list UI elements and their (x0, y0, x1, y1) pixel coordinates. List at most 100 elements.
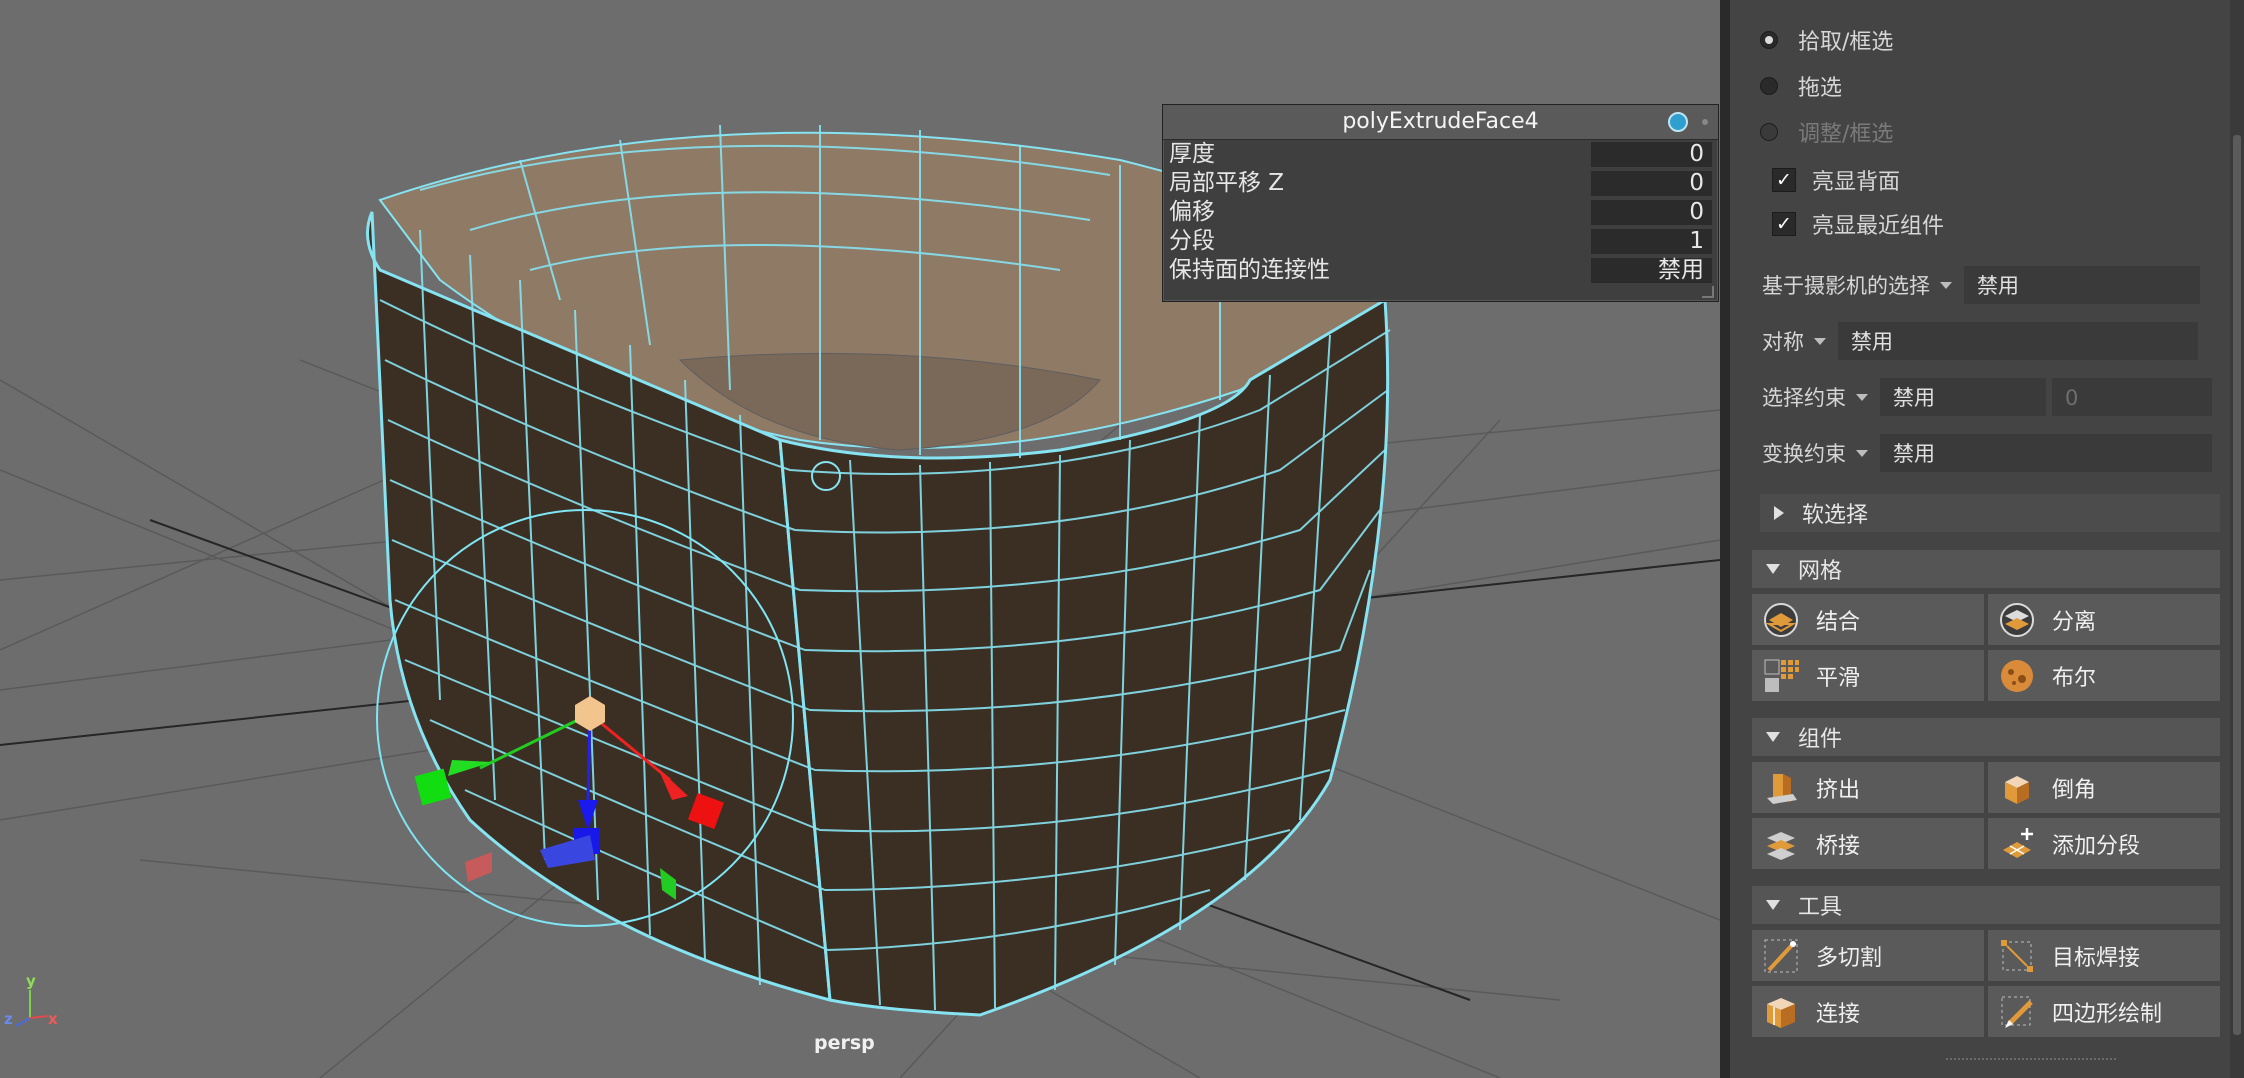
attr-local-translate-z[interactable]: 局部平移 Z 0 (1163, 169, 1718, 198)
option-label: 变换约束 (1762, 442, 1846, 466)
attr-label: 局部平移 Z (1169, 170, 1285, 196)
button-label: 挤出 (1816, 777, 1861, 803)
boolean-icon (1998, 657, 2036, 695)
camera-based-selection[interactable]: 基于摄影机的选择 禁用 (1762, 265, 2200, 305)
resize-grip[interactable] (1702, 286, 1714, 298)
panel-resize-handle[interactable] (1946, 1058, 2116, 1060)
selection-constraint-option[interactable]: 选择约束 禁用 0 (1762, 377, 2212, 417)
axis-z-label: z (4, 1010, 13, 1028)
option-label: 调整/框选 (1798, 122, 1894, 147)
bevel-icon (1998, 769, 2036, 807)
node-title[interactable]: polyExtrudeFace4 (1163, 105, 1718, 140)
in-view-editor[interactable]: polyExtrudeFace4 厚度 0 局部平移 Z 0 偏移 0 分段 1… (1162, 104, 1719, 302)
button-label: 布尔 (2052, 665, 2097, 691)
button-label: 平滑 (1816, 665, 1861, 691)
scrollbar-thumb[interactable] (2233, 135, 2241, 1035)
symmetry-option[interactable]: 对称 禁用 (1762, 321, 2198, 361)
attr-value-field[interactable]: 0 (1591, 142, 1712, 167)
attr-label: 保持面的连接性 (1169, 257, 1330, 283)
multi-cut-icon (1762, 937, 1800, 975)
separate-icon (1998, 601, 2036, 639)
components-section-header[interactable]: 组件 (1752, 718, 2220, 756)
constraint-amount-field: 0 (2052, 378, 2212, 416)
axis-indicator (15, 990, 49, 1027)
extrude-button[interactable]: 挤出 (1752, 762, 1984, 813)
option-label: 拖选 (1798, 76, 1843, 101)
option-label: 基于摄影机的选择 (1762, 274, 1930, 298)
drag-select-option[interactable]: 拖选 (1760, 70, 1842, 102)
pick-marquee-option[interactable]: 拾取/框选 (1760, 24, 1893, 56)
chevron-down-icon[interactable] (1940, 281, 1952, 289)
attr-value-field[interactable]: 0 (1591, 200, 1712, 225)
chevron-down-icon[interactable] (1766, 564, 1780, 574)
button-label: 目标焊接 (2052, 945, 2141, 971)
chevron-down-icon[interactable] (1856, 449, 1868, 457)
add-divisions-button[interactable]: 添加分段 (1988, 818, 2220, 869)
soft-select-section[interactable]: 软选择 (1760, 494, 2220, 532)
button-label: 桥接 (1816, 833, 1861, 859)
tools-section-header[interactable]: 工具 (1752, 886, 2220, 924)
checkbox[interactable]: ✓ (1772, 212, 1796, 236)
modeling-toolkit: 拾取/框选 拖选 调整/框选 ✓ 亮显背面 ✓ 亮显最近组件 基于摄影机的选择 … (1730, 0, 2244, 1078)
attr-value-field[interactable]: 禁用 (1591, 258, 1712, 283)
chevron-right-icon[interactable] (1774, 506, 1784, 520)
checkbox[interactable]: ✓ (1772, 168, 1796, 192)
button-label: 多切割 (1816, 945, 1883, 971)
bevel-button[interactable]: 倒角 (1988, 762, 2220, 813)
multi-cut-button[interactable]: 多切割 (1752, 930, 1984, 981)
attr-label: 分段 (1169, 228, 1215, 254)
attr-label: 偏移 (1169, 199, 1215, 225)
section-title: 工具 (1798, 895, 1843, 920)
highlight-backfaces-option[interactable]: ✓ 亮显背面 (1772, 164, 1900, 196)
attr-thickness[interactable]: 厚度 0 (1163, 140, 1718, 169)
target-weld-button[interactable]: 目标焊接 (1988, 930, 2220, 981)
smooth-button[interactable]: 平滑 (1752, 650, 1984, 701)
chevron-down-icon[interactable] (1814, 337, 1826, 345)
connect-button[interactable]: 连接 (1752, 986, 1984, 1037)
radio-button[interactable] (1760, 31, 1778, 49)
panel-divider[interactable] (1720, 0, 1730, 1078)
axis-x-label: x (48, 1010, 58, 1028)
node-title-text: polyExtrudeFace4 (1342, 109, 1539, 134)
tweak-marquee-option: 调整/框选 (1760, 116, 1893, 148)
option-label: 亮显背面 (1812, 170, 1901, 195)
option-label: 选择约束 (1762, 386, 1846, 410)
3d-viewport[interactable]: y x z persp polyExtrudeFace4 厚度 0 局部平移 Z… (0, 0, 1720, 1078)
attr-value-field[interactable]: 1 (1591, 229, 1712, 254)
bridge-button[interactable]: 桥接 (1752, 818, 1984, 869)
mesh-section-header[interactable]: 网格 (1752, 550, 2220, 588)
highlight-nearest-option[interactable]: ✓ 亮显最近组件 (1772, 208, 1944, 240)
attr-offset[interactable]: 偏移 0 (1163, 198, 1718, 227)
chevron-down-icon[interactable] (1766, 732, 1780, 742)
add-divisions-icon (1998, 825, 2036, 863)
panel-menu-icon[interactable] (1702, 119, 1708, 125)
button-label: 添加分段 (2052, 833, 2141, 859)
attr-divisions[interactable]: 分段 1 (1163, 227, 1718, 256)
button-label: 连接 (1816, 1001, 1861, 1027)
separate-button[interactable]: 分离 (1988, 594, 2220, 645)
transform-constraint-select[interactable]: 禁用 (1880, 434, 2212, 472)
chevron-down-icon[interactable] (1856, 393, 1868, 401)
scrollbar[interactable] (2230, 0, 2244, 1078)
constraint-select[interactable]: 禁用 (1880, 378, 2046, 416)
axis-y-label: y (26, 972, 36, 990)
world-space-icon[interactable] (1668, 112, 1688, 132)
section-title: 软选择 (1802, 503, 1869, 528)
radio-button[interactable] (1760, 77, 1778, 95)
boolean-button[interactable]: 布尔 (1988, 650, 2220, 701)
chevron-down-icon[interactable] (1766, 900, 1780, 910)
connect-icon (1762, 993, 1800, 1031)
quad-draw-icon (1998, 993, 2036, 1031)
attr-keep-faces-together[interactable]: 保持面的连接性 禁用 (1163, 256, 1718, 285)
transform-constraint-option[interactable]: 变换约束 禁用 (1762, 433, 2212, 473)
combine-button[interactable]: 结合 (1752, 594, 1984, 645)
button-label: 倒角 (2052, 777, 2097, 803)
attr-value-field[interactable]: 0 (1591, 171, 1712, 196)
extrude-icon (1762, 769, 1800, 807)
button-label: 结合 (1816, 609, 1861, 635)
bridge-icon (1762, 825, 1800, 863)
symmetry-select[interactable]: 禁用 (1838, 322, 2198, 360)
button-label: 分离 (2052, 609, 2097, 635)
quad-draw-button[interactable]: 四边形绘制 (1988, 986, 2220, 1037)
camera-based-select[interactable]: 禁用 (1964, 266, 2200, 304)
